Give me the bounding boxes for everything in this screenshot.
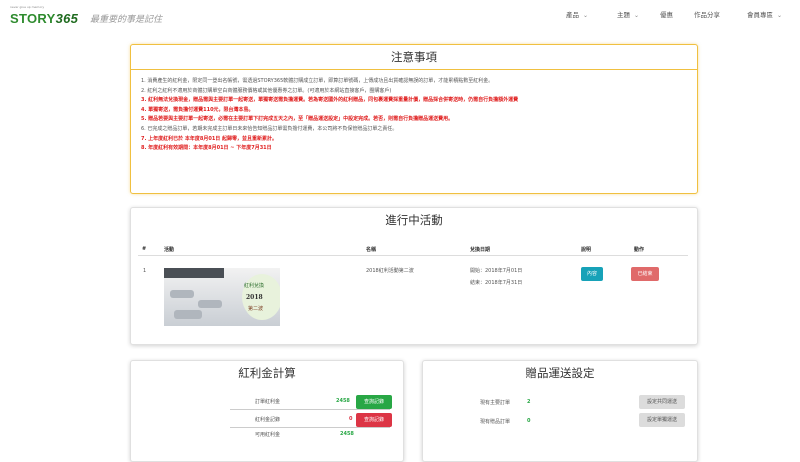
activity-start: 開始：2018年7月01日: [470, 268, 523, 274]
col-header-desc: 說明: [581, 247, 592, 253]
activity-image[interactable]: 紅利兌換 2018 第二波: [164, 268, 280, 326]
query-records-button[interactable]: 查詢記錄: [356, 413, 392, 427]
notice-title: 注意事項: [131, 45, 697, 70]
notice-item: 2. 紅利之紅利不適用於商體訂購單空白商體服務價格或其他優惠券之訂單。(可適用於…: [141, 87, 392, 94]
logo-tagline: never give up memory: [10, 5, 45, 9]
query-records-button[interactable]: 查詢記錄: [356, 395, 392, 409]
table-divider: [138, 255, 688, 256]
nav-gallery[interactable]: 作品分享: [694, 9, 720, 19]
col-header-name: 名稱: [366, 247, 377, 253]
notice-list: 1. 消費產生的紅利金，限定同一登出名帳號，需透過STORY365軟體訂購成立訂…: [141, 77, 518, 154]
notice-item: 1. 消費產生的紅利金，限定同一登出名帳號，需透過STORY365軟體訂購成立訂…: [141, 78, 494, 84]
badge-line3: 第二波: [248, 306, 264, 312]
nav-member[interactable]: 會員專區 ⌄: [747, 9, 782, 19]
gift-shipping-panel: 贈品運送設定: [422, 360, 698, 462]
ended-button[interactable]: 已結束: [631, 267, 659, 281]
shipping-value: 2: [527, 399, 531, 405]
content-button[interactable]: 內容: [581, 267, 603, 281]
bonus-label: 可用紅利金: [254, 432, 280, 438]
activity-name: 2018紅利活動第二波: [366, 268, 414, 274]
gift-shipping-title: 贈品運送設定: [525, 366, 595, 380]
notice-item: 6. 已完成之贈品訂單，若期未完成主訂單日未來恰告知贈品訂單需負擔付運費，本公司…: [141, 125, 398, 132]
nav-themes[interactable]: 主題 ⌄: [617, 9, 639, 19]
logo-brand: STORY365: [10, 11, 79, 26]
top-navbar: never give up memory STORY365 最重要的事是記住 產…: [0, 0, 800, 30]
badge-line1: 紅利兌換: [244, 283, 265, 289]
logo-script: 最重要的事是記住: [90, 15, 163, 25]
shipping-label: 現有主要訂單: [479, 400, 510, 406]
notice-item: 3. 紅利無法兌換現金，贈品需與主要訂單一起寄送，單獨寄送需負擔運費。若為寄送國…: [141, 97, 519, 104]
chevron-down-icon: ⌄: [634, 12, 640, 19]
car-shape: [174, 310, 202, 319]
bonus-value: 0: [349, 416, 353, 422]
bonus-label: 紅利金記錄: [254, 417, 280, 423]
notice-item: 8. 年度紅利有效期間：本年度8月01日 ~ 下年度7月31日: [141, 145, 272, 152]
col-header-action: 動作: [634, 247, 645, 253]
bonus-value: 2458: [340, 431, 354, 437]
col-header-period: 兌換日期: [470, 247, 491, 253]
activity-end: 結束：2018年7月31日: [470, 280, 523, 286]
set-separate-shipping-button[interactable]: 設定單獨運送: [639, 413, 685, 427]
notice-item: 7. 上年度紅利已於 本年度8月01日 起歸零，並且重新累計。: [141, 135, 278, 142]
shipping-label: 現有贈品訂單: [479, 419, 510, 425]
chevron-down-icon: ⌄: [583, 12, 589, 19]
bonus-title: 紅利金計算: [238, 366, 296, 380]
notice-item: 5. 贈品若要與主要訂單一起寄送，必需在主要訂單下訂完成五天之內，至「贈品運送設…: [141, 116, 454, 123]
badge-line2: 2018: [246, 294, 263, 301]
notice-item: 4. 單獨寄送，需負擔付運費110元，限台灣本島。: [141, 106, 254, 113]
activities-title: 進行中活動: [385, 213, 443, 227]
nav-products[interactable]: 產品 ⌄: [566, 9, 588, 19]
notice-box: 注意事項 1. 消費產生的紅利金，限定同一登出名帳號，需透過STORY365軟體…: [130, 44, 698, 194]
nav-offers[interactable]: 優惠: [660, 9, 673, 19]
shipping-value: 0: [527, 418, 531, 424]
car-shape: [170, 290, 194, 298]
bonus-value: 2458: [336, 398, 350, 404]
bonus-panel: 紅利金計算: [130, 360, 404, 462]
car-shape: [198, 300, 222, 308]
row-index: 1: [143, 268, 147, 274]
bonus-label: 訂單紅利金: [254, 399, 280, 405]
col-header-index: #: [142, 246, 147, 252]
col-header-activity: 活動: [164, 247, 175, 253]
chevron-down-icon: ⌄: [777, 12, 783, 19]
set-combined-shipping-button[interactable]: 設定共同運送: [639, 395, 685, 409]
